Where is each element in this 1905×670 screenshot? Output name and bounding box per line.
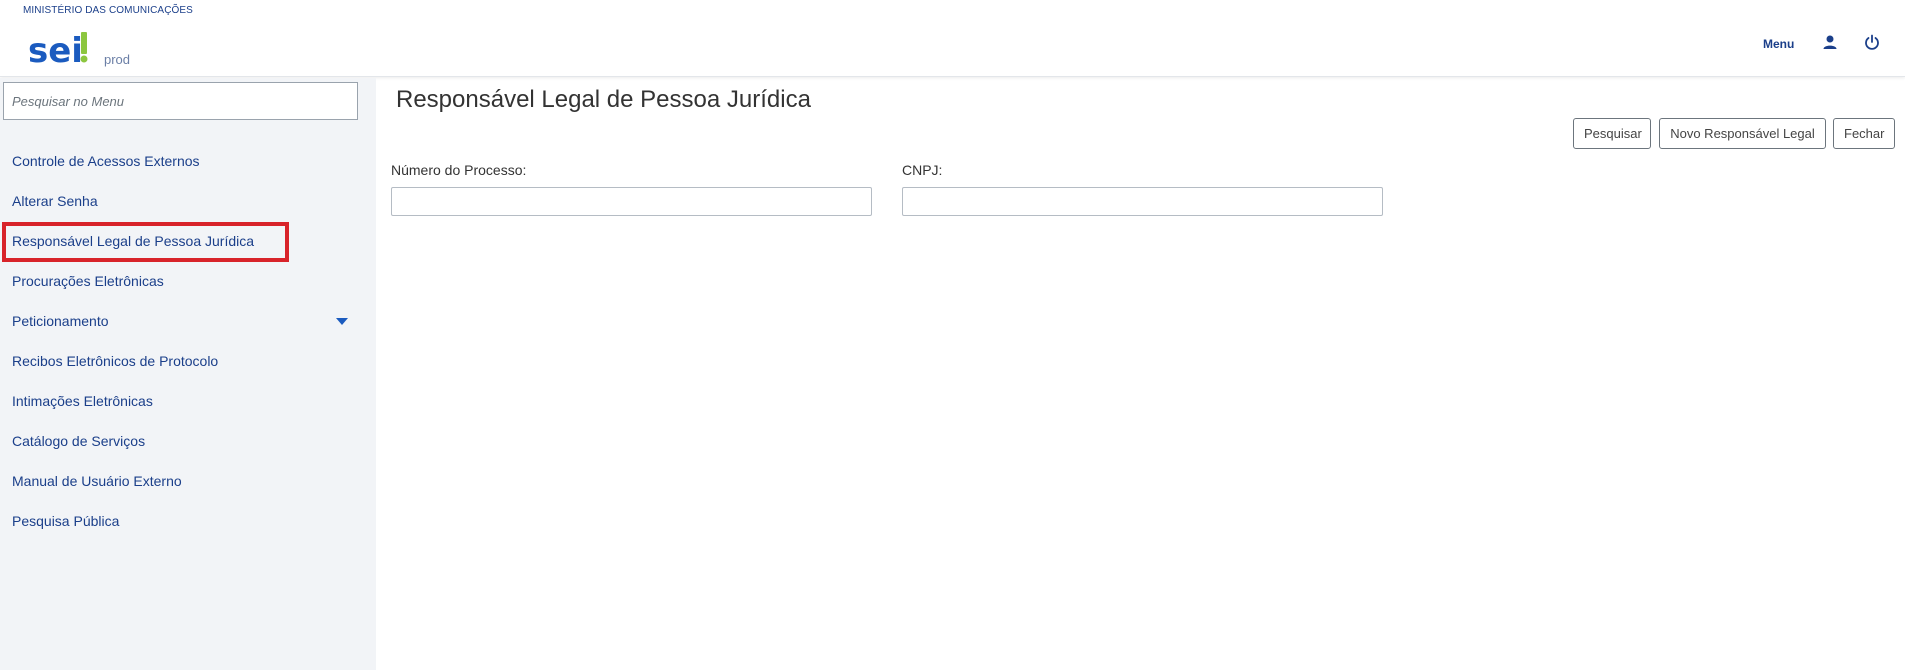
sidebar-item-recibos[interactable]: Recibos Eletrônicos de Protocolo	[0, 342, 376, 382]
sidebar-item-controle-acessos[interactable]: Controle de Acessos Externos	[0, 142, 376, 182]
sidebar-item-catalogo[interactable]: Catálogo de Serviços	[0, 422, 376, 462]
menu-link[interactable]: Menu	[1763, 37, 1794, 51]
chevron-down-icon[interactable]	[336, 318, 348, 325]
user-icon[interactable]	[1822, 34, 1838, 50]
sei-logo[interactable]: sei	[28, 24, 88, 70]
power-icon[interactable]	[1864, 34, 1880, 50]
sidebar-item-procuracoes[interactable]: Procurações Eletrônicas	[0, 262, 376, 302]
sidebar-item-responsavel-legal[interactable]: Responsável Legal de Pessoa Jurídica	[0, 222, 376, 262]
sidebar-item-intimacoes[interactable]: Intimações Eletrônicas	[0, 382, 376, 422]
sidebar-item-label: Recibos Eletrônicos de Protocolo	[12, 353, 219, 369]
sidebar-item-label: Manual de Usuário Externo	[12, 473, 182, 489]
sidebar-item-label: Alterar Senha	[12, 193, 98, 209]
org-name: MINISTÉRIO DAS COMUNICAÇÕES	[23, 5, 193, 16]
sidebar-item-label: Controle de Acessos Externos	[12, 153, 200, 169]
sidebar-item-label: Intimações Eletrônicas	[12, 393, 153, 409]
novo-responsavel-button[interactable]: Novo Responsável Legal	[1659, 118, 1826, 149]
svg-text:sei: sei	[28, 31, 83, 70]
sidebar-item-label: Responsável Legal de Pessoa Jurídica	[12, 233, 255, 249]
sidebar-item-label: Catálogo de Serviços	[12, 433, 146, 449]
fechar-button[interactable]: Fechar	[1833, 118, 1895, 149]
menu-search-input[interactable]	[3, 82, 358, 120]
sidebar-item-pesquisa-publica[interactable]: Pesquisa Pública	[0, 502, 376, 542]
sidebar-item-alterar-senha[interactable]: Alterar Senha	[0, 182, 376, 222]
cnpj-label: CNPJ:	[902, 162, 943, 178]
page-title: Responsável Legal de Pessoa Jurídica	[396, 86, 811, 113]
numero-processo-input[interactable]	[391, 187, 872, 216]
sidebar: Controle de Acessos Externos Alterar Sen…	[0, 78, 376, 670]
sidebar-item-label: Procurações Eletrônicas	[12, 273, 164, 289]
numero-processo-label: Número do Processo:	[391, 162, 527, 178]
cnpj-input[interactable]	[902, 187, 1383, 216]
sidebar-item-label: Peticionamento	[12, 313, 109, 329]
environment-label: prod	[104, 52, 131, 67]
sidebar-item-peticionamento[interactable]: Peticionamento	[0, 302, 376, 342]
sidebar-item-label: Pesquisa Pública	[12, 513, 120, 529]
pesquisar-button[interactable]: Pesquisar	[1573, 118, 1651, 149]
sidebar-item-manual[interactable]: Manual de Usuário Externo	[0, 462, 376, 502]
top-header: MINISTÉRIO DAS COMUNICAÇÕES sei prod Men…	[0, 0, 1905, 77]
